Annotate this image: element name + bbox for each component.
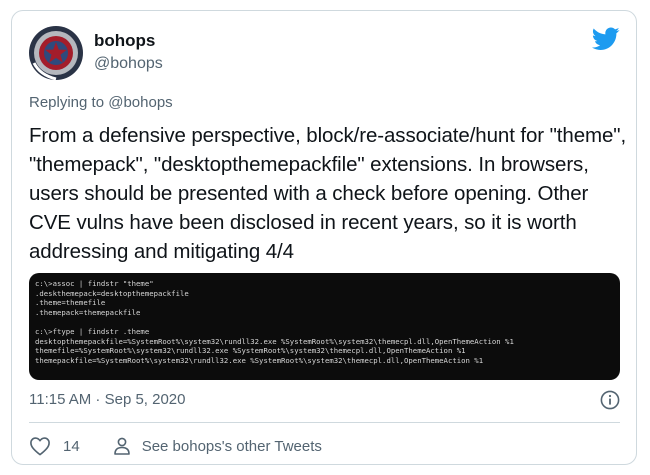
other-tweets-link[interactable]: See bohops's other Tweets bbox=[142, 438, 322, 455]
tweet-actions: 14 See bohops's other Tweets bbox=[29, 436, 322, 456]
tweet-card[interactable]: bohops @bohops Replying to @bohops From … bbox=[11, 10, 637, 465]
terminal-line: c:\>ftype | findstr .theme bbox=[35, 326, 150, 336]
terminal-line: .deskthemepack=desktopthemepackfile bbox=[35, 288, 189, 298]
divider bbox=[29, 422, 620, 423]
replying-to-link[interactable]: @bohops bbox=[108, 94, 172, 111]
terminal-line: themefile=%SystemRoot%\system32\rundll32… bbox=[35, 346, 466, 356]
tweet-timestamp[interactable]: 11:15 AM · Sep 5, 2020 bbox=[29, 391, 186, 408]
tweet-text: From a defensive perspective, block/re-a… bbox=[29, 124, 632, 263]
twitter-bird-icon[interactable] bbox=[591, 27, 620, 51]
author-handle[interactable]: @bohops bbox=[94, 55, 163, 73]
terminal-line: desktopthemepackfile=%SystemRoot%\system… bbox=[35, 336, 514, 346]
info-icon[interactable] bbox=[600, 390, 620, 410]
heart-icon[interactable] bbox=[29, 436, 51, 456]
replying-prefix: Replying to bbox=[29, 94, 109, 111]
captain-shield-avatar-image bbox=[28, 25, 84, 81]
terminal-line: .themepack=themepackfile bbox=[35, 307, 141, 317]
terminal-line: themepackfile=%SystemRoot%\system32\rund… bbox=[35, 355, 484, 365]
avatar[interactable] bbox=[28, 25, 84, 81]
like-count: 14 bbox=[63, 437, 80, 455]
terminal-line: .theme=themefile bbox=[35, 298, 106, 308]
author-name[interactable]: bohops bbox=[94, 31, 155, 51]
replying-to: Replying to @bohops bbox=[29, 94, 173, 111]
terminal-screenshot-image[interactable]: c:\>assoc | findstr "theme" .deskthemepa… bbox=[29, 273, 620, 380]
person-icon bbox=[112, 436, 132, 456]
terminal-line: c:\>assoc | findstr "theme" bbox=[35, 279, 154, 288]
